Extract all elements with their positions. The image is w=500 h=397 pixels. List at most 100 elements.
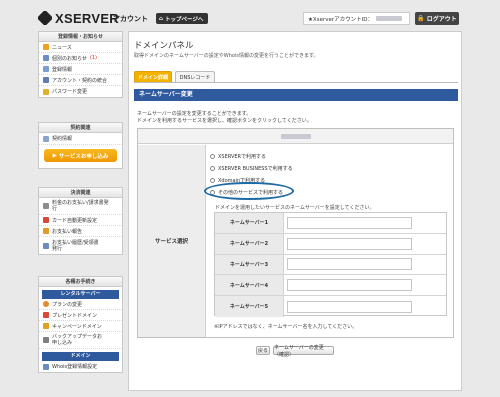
intro-text-1: ネームサーバーの設定を変更することができます。 (137, 111, 252, 117)
sidebar-item-label: 契約情報 (52, 136, 73, 142)
tab-dns-records[interactable]: DNSレコード (175, 71, 215, 82)
news-icon (43, 44, 49, 50)
backup-icon (43, 337, 49, 343)
sidebar-payment-title: 決済関連 (39, 188, 122, 198)
top-page-button[interactable]: ⌂ トップページへ (156, 13, 208, 24)
nameserver-3-input[interactable] (287, 258, 412, 271)
sidebar-item-contract-info[interactable]: 契約情報 (39, 133, 122, 145)
account-id-box: ★XserverアカウントID： (303, 12, 410, 25)
rental-server-subtitle: レンタルサーバー (42, 290, 119, 299)
top-page-label: トップページへ (164, 16, 204, 23)
sidebar-item-card-renewal[interactable]: カード自動更新設定 (39, 215, 122, 226)
sidebar-item-label: プランの変更 (52, 301, 83, 308)
radio-button[interactable] (210, 154, 215, 159)
domain-name-redacted (280, 133, 311, 139)
nameserver-row-2: ネームサーバー2 (215, 233, 446, 255)
nameserver-label: ネームサーバー1 (215, 213, 284, 233)
confirm-nameserver-change-button[interactable]: ネームサーバーの変更（確認） (273, 345, 334, 358)
nameserver-5-input[interactable] (287, 300, 412, 313)
sidebar-item-label: カード自動更新設定 (52, 217, 98, 224)
mail-icon (43, 55, 49, 61)
domain-subtitle: ドメイン (42, 352, 119, 361)
logo-subtitle: アカウント (113, 15, 148, 23)
home-icon: ⌂ (159, 15, 163, 22)
sidebar-contract-title: 契約関連 (39, 123, 122, 133)
sidebar-procedures-title: 各種お手続き (39, 277, 122, 287)
sidebar-item-pay[interactable]: 料金のお支払い/請求書発行 (39, 198, 122, 215)
plan-icon (43, 301, 49, 307)
back-button[interactable]: 戻る (256, 346, 270, 355)
gift-icon (43, 312, 49, 318)
sidebar-item-label: 料金のお支払い/請求書発行 (52, 200, 109, 212)
logout-label: ログアウト (426, 16, 457, 23)
section-title: ネームサーバー変更 (134, 89, 458, 101)
sidebar-item-backup[interactable]: バックアップデータお申し込み (39, 332, 122, 349)
sidebar-item-password[interactable]: パスワード変更 (39, 86, 122, 97)
unread-count-badge: (1) (89, 55, 97, 61)
nameserver-table: ネームサーバー1 ネームサーバー2 ネームサーバー3 ネームサーバー4 ネームサ… (214, 212, 447, 317)
nameserver-label: ネームサーバー2 (215, 233, 284, 254)
logout-button[interactable]: 🔒 ログアウト (415, 12, 459, 25)
nameserver-row-5: ネームサーバー5 (215, 296, 446, 317)
domain-name-row (138, 129, 453, 144)
arrow-right-icon: ▶ (52, 152, 57, 159)
sidebar-item-account-merge[interactable]: アカウント・契約の統合 (39, 75, 122, 86)
sidebar-item-payment-report[interactable]: お支払い報告 (39, 226, 122, 237)
sidebar-item-news[interactable]: ニュース (39, 42, 122, 53)
whois-icon (43, 363, 49, 370)
intro-text-2: ドメインを利用するサービスを選択し、確認ボタンをクリックしてください。 (137, 118, 312, 124)
highlight-circle-annotation (204, 182, 294, 200)
nameserver-2-input[interactable] (287, 237, 412, 250)
xserver-logo-icon (38, 11, 52, 25)
tab-domain-details[interactable]: ドメイン詳細 (134, 71, 172, 82)
report-icon (43, 228, 49, 234)
sidebar-item-messages[interactable]: 個別のお知らせ (1) (39, 53, 122, 64)
document-icon (43, 66, 49, 72)
sidebar-item-label: キャンペーンドメイン (52, 323, 102, 330)
nameserver-instruction: ドメインを運用したいサービスのネームサーバーを設定してください。 (215, 205, 375, 211)
sidebar-item-label: アカウント・契約の統合 (52, 77, 108, 84)
nameserver-4-input[interactable] (287, 279, 412, 292)
lock-icon: 🔒 (417, 15, 425, 22)
card-icon (43, 217, 49, 223)
service-apply-button[interactable]: ▶ サービスお申し込み (44, 149, 117, 162)
sidebar-item-label: バックアップデータお申し込み (52, 334, 103, 346)
radio-button[interactable] (210, 178, 215, 183)
sidebar-info-box: 登録情報・お知らせ ニュース 個別のお知らせ (1) 登録情報 アカウント・契約… (38, 31, 123, 98)
campaign-icon (43, 323, 49, 329)
radio-xserver[interactable]: XSERVERで利用する (210, 153, 266, 160)
nameserver-1-input[interactable] (287, 216, 412, 229)
radio-button[interactable] (210, 166, 215, 171)
nameserver-label: ネームサーバー5 (215, 296, 284, 317)
sidebar-item-whois[interactable]: Whois登録情報設定 (39, 361, 122, 372)
service-apply-label: サービスお申し込み (58, 153, 109, 160)
sidebar-item-label: お支払い履歴/受領書発行 (52, 239, 99, 252)
sidebar-info-title: 登録情報・お知らせ (39, 32, 122, 42)
key-icon (43, 88, 49, 95)
rental-server-section: レンタルサーバー (39, 287, 122, 299)
sidebar-item-registration[interactable]: 登録情報 (39, 64, 122, 75)
account-id-label: ★XserverアカウントID： (308, 16, 373, 23)
sidebar-item-label: 個別のお知らせ (52, 55, 87, 62)
sidebar-item-plan-change[interactable]: プランの変更 (39, 299, 122, 310)
sidebar-item-label: ニュース (52, 44, 72, 51)
nameserver-row-1: ネームサーバー1 (215, 213, 446, 234)
page-title: ドメインパネル (134, 41, 194, 51)
sidebar-item-campaign-domain[interactable]: キャンペーンドメイン (39, 321, 122, 332)
domain-section: ドメイン (39, 349, 122, 361)
sidebar-item-payment-history[interactable]: お支払い履歴/受領書発行 (39, 237, 122, 254)
radio-label: XSERVER BUSINESSで利用する (218, 166, 293, 172)
service-select-label: サービス選択 (138, 145, 206, 337)
sidebar-item-label: 登録情報 (52, 66, 73, 73)
page-description: 取得ドメインのネームサーバーの設定やWhois情報の変更を行うことができます。 (134, 53, 319, 59)
nameserver-label: ネームサーバー4 (215, 275, 284, 296)
radio-xserver-business[interactable]: XSERVER BUSINESSで利用する (210, 165, 293, 172)
sidebar-payment-box: 決済関連 料金のお支払い/請求書発行 カード自動更新設定 お支払い報告 お支払い… (38, 187, 123, 255)
sidebar-contract-box: 契約関連 契約情報 ▶ サービスお申し込み (38, 122, 123, 169)
tab-divider (134, 82, 458, 83)
sidebar-item-label: お支払い報告 (52, 228, 83, 235)
radio-label: XSERVERで利用する (218, 154, 267, 160)
user-icon (43, 77, 49, 83)
bill-icon (43, 203, 49, 209)
sidebar-item-present-domain[interactable]: プレゼントドメイン (39, 310, 122, 321)
